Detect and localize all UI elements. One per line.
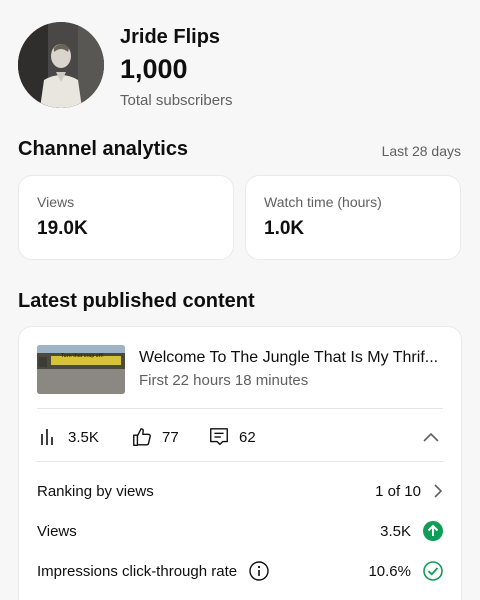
video-thumbnail[interactable]: Turn that crap off! xyxy=(37,345,125,394)
avatar-photo xyxy=(18,22,104,108)
video-views-metric: 3.5K xyxy=(39,426,99,448)
channel-avatar[interactable] xyxy=(18,22,104,108)
subscriber-count: 1,000 xyxy=(120,54,188,84)
ctr-value: 10.6% xyxy=(368,562,411,580)
ranking-label: Ranking by views xyxy=(37,482,154,500)
views-stat-value: 19.0K xyxy=(37,218,88,239)
channel-name: Jride Flips xyxy=(120,26,221,48)
video-meta: First 22 hours 18 minutes xyxy=(139,372,309,389)
video-likes-metric: 77 xyxy=(131,426,179,448)
divider xyxy=(37,461,443,462)
ctr-label: Impressions click-through rate xyxy=(37,562,238,580)
check-circle-icon xyxy=(423,561,443,581)
ranking-row[interactable]: Ranking by views 1 of 10 xyxy=(37,479,443,503)
thumbnail-caption: Turn that crap off! xyxy=(61,353,104,359)
channel-header: Jride Flips 1,000 Total subscribers xyxy=(18,22,462,112)
watch-time-stat-value: 1.0K xyxy=(264,218,305,239)
chevron-right-icon xyxy=(433,484,443,498)
views-row-label: Views xyxy=(37,522,77,540)
views-row-value: 3.5K xyxy=(380,522,411,540)
channel-analytics-title: Channel analytics xyxy=(18,138,189,160)
ctr-row: Impressions click-through rate 10.6% xyxy=(37,559,443,583)
subscriber-label: Total subscribers xyxy=(120,92,233,109)
thumbs-up-icon xyxy=(133,428,151,446)
info-icon[interactable] xyxy=(249,561,269,581)
video-title[interactable]: Welcome To The Jungle That Is My Thrif..… xyxy=(139,349,451,367)
latest-content-title: Latest published content xyxy=(18,290,255,312)
arrow-up-circle-icon xyxy=(423,521,443,541)
video-comments-metric: 62 xyxy=(208,426,256,448)
divider xyxy=(37,408,443,409)
watch-time-stat-card[interactable]: Watch time (hours) 1.0K xyxy=(245,175,461,260)
comment-icon xyxy=(210,428,228,446)
analytics-period[interactable]: Last 28 days xyxy=(382,143,461,159)
views-row: Views 3.5K xyxy=(37,519,443,543)
video-views-value: 3.5K xyxy=(68,428,99,446)
bar-chart-icon xyxy=(41,429,53,445)
latest-video-card: Turn that crap off! Welcome To The Jungl… xyxy=(18,326,462,600)
video-comments-value: 62 xyxy=(239,428,256,446)
video-likes-value: 77 xyxy=(162,428,179,446)
ranking-value: 1 of 10 xyxy=(375,482,421,500)
views-stat-label: Views xyxy=(37,194,75,210)
watch-time-stat-label: Watch time (hours) xyxy=(264,194,382,210)
collapse-button[interactable] xyxy=(423,429,439,447)
chevron-up-icon xyxy=(423,432,439,442)
views-stat-card[interactable]: Views 19.0K xyxy=(18,175,234,260)
